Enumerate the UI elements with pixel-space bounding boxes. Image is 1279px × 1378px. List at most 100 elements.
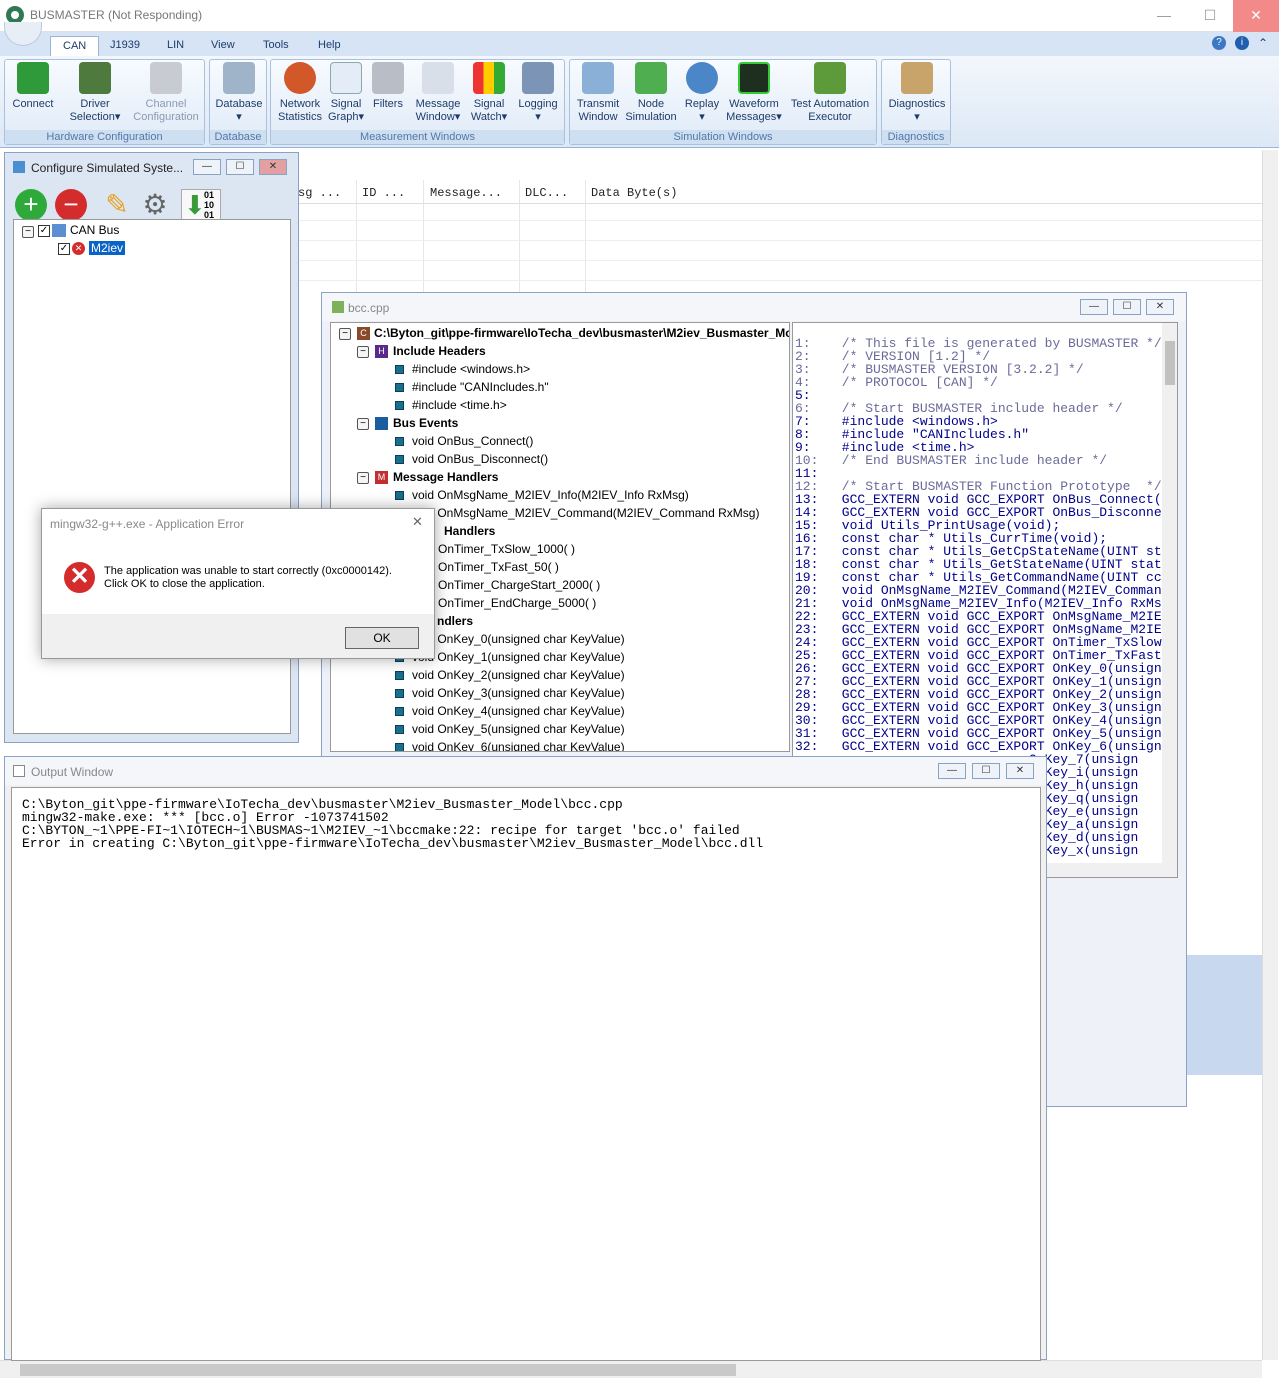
minimize-button[interactable]: — [193, 159, 221, 175]
close-button[interactable]: ✕ [1006, 763, 1034, 779]
diagnostics-button[interactable]: Diagnostics ▾ [884, 62, 950, 124]
add-icon[interactable]: + [15, 189, 47, 221]
maximize-button[interactable]: ☐ [1187, 0, 1233, 32]
tree-key-item[interactable]: void OnKey_1(unsigned char KeyValue) [412, 650, 625, 664]
tree-include-headers[interactable]: Include Headers [393, 344, 486, 358]
window-title: bcc.cpp [348, 301, 390, 315]
collapse-toggle[interactable]: − [357, 418, 369, 430]
checkbox-m2iev[interactable]: ✓ [58, 243, 70, 255]
transmit-window-button[interactable]: Transmit Window [572, 62, 624, 124]
tree-item-m2iev[interactable]: M2iev [89, 241, 126, 255]
maximize-button[interactable]: ☐ [226, 159, 254, 175]
tree-key-item[interactable]: void OnKey_2(unsigned char KeyValue) [412, 668, 625, 682]
window-title-bar[interactable]: Configure Simulated Syste... — ☐ ✕ [5, 153, 298, 181]
col-dlc[interactable]: DLC... [525, 186, 568, 200]
help-icon[interactable]: ? [1212, 36, 1226, 50]
maximize-button[interactable]: ☐ [972, 763, 1000, 779]
output-text-area[interactable]: C:\Byton_git\ppe-firmware\IoTecha_dev\bu… [11, 787, 1041, 1361]
tree-key-item[interactable]: void OnKey_6(unsigned char KeyValue) [412, 740, 625, 751]
main-horizontal-scrollbar[interactable] [0, 1360, 1262, 1378]
ribbon-tab-bar: CAN J1939 LIN View Tools Help ? i ⌃ [0, 32, 1279, 56]
message-window-button[interactable]: Message Window▾ [411, 62, 465, 124]
filter-icon [372, 62, 404, 94]
connect-button[interactable]: Connect [9, 62, 57, 111]
ok-button[interactable]: OK [345, 627, 419, 649]
tree-key-item[interactable]: void OnKey_0(unsigned char KeyValue) [412, 632, 625, 646]
error-message-line-1: The application was unable to start corr… [104, 565, 392, 577]
window-title-bar[interactable]: bcc.cpp — ☐ ✕ [322, 293, 1186, 321]
col-data-bytes[interactable]: Data Byte(s) [591, 186, 677, 200]
signal-graph-button[interactable]: Signal Graph▾ [327, 62, 365, 124]
minimize-button[interactable]: — [1141, 0, 1187, 32]
tree-message-item[interactable]: void OnMsgName_M2IEV_Info(M2IEV_Info RxM… [412, 488, 689, 502]
database-button[interactable]: Database ▾ [212, 62, 266, 124]
tree-root-path[interactable]: C:\Byton_git\ppe-firmware\IoTecha_dev\bu… [374, 326, 789, 340]
replay-button[interactable]: Replay ▾ [680, 62, 724, 124]
code-line: 10: /* End BUSMASTER include header */ [795, 453, 1108, 468]
tree-bus-events[interactable]: Bus Events [393, 416, 458, 430]
tree-include-item[interactable]: #include <time.h> [412, 398, 507, 412]
checkbox-can-bus[interactable]: ✓ [38, 225, 50, 237]
tab-can[interactable]: CAN [50, 36, 100, 56]
tree-message-handlers[interactable]: Message Handlers [393, 470, 498, 484]
window-title-bar[interactable]: Output Window — ☐ ✕ [5, 757, 1046, 785]
tree-timer-item[interactable]: OnTimer_EndCharge_5000( ) [438, 596, 596, 610]
tree-timer-item[interactable]: OnTimer_TxSlow_1000( ) [438, 542, 575, 556]
close-button[interactable]: ✕ [259, 159, 287, 175]
col-message[interactable]: Message... [430, 186, 502, 200]
window-icon [13, 765, 25, 777]
signal-watch-button[interactable]: Signal Watch▾ [467, 62, 511, 124]
minimize-button[interactable]: — [938, 763, 966, 779]
node-simulation-button[interactable]: Node Simulation [624, 62, 678, 124]
settings-gear-icon[interactable]: ⚙ [139, 189, 171, 221]
tree-key-handlers[interactable]: ndlers [437, 614, 473, 628]
tree-timer-handlers[interactable]: Handlers [444, 524, 495, 538]
maximize-button[interactable]: ☐ [1113, 299, 1141, 315]
tab-view[interactable]: View [199, 36, 247, 56]
tree-item-can-bus[interactable]: CAN Bus [70, 223, 119, 237]
tree-key-item[interactable]: void OnKey_5(unsigned char KeyValue) [412, 722, 625, 736]
tree-key-item[interactable]: void OnKey_3(unsigned char KeyValue) [412, 686, 625, 700]
tree-include-item[interactable]: #include <windows.h> [412, 362, 530, 376]
scrollbar-thumb[interactable] [1165, 341, 1175, 385]
test-automation-executor-button[interactable]: Test Automation Executor [786, 62, 874, 124]
main-vertical-scrollbar[interactable] [1262, 150, 1278, 1360]
minimize-button[interactable]: — [1080, 299, 1108, 315]
tree-event-item[interactable]: void OnBus_Disconnect() [412, 452, 548, 466]
waveform-messages-button[interactable]: Waveform Messages▾ [724, 62, 784, 124]
scrollbar-thumb[interactable] [20, 1364, 736, 1376]
group-label: Simulation Windows [570, 130, 876, 144]
tab-help[interactable]: Help [306, 36, 353, 56]
col-msg-type[interactable]: sg ... [298, 186, 341, 200]
network-statistics-button[interactable]: Network Statistics [273, 62, 327, 124]
close-button[interactable]: ✕ [1146, 299, 1174, 315]
channel-configuration-button[interactable]: Channel Configuration [127, 62, 205, 124]
tree-key-item[interactable]: void OnKey_4(unsigned char KeyValue) [412, 704, 625, 718]
collapse-toggle[interactable]: − [339, 328, 351, 340]
col-id[interactable]: ID ... [362, 186, 405, 200]
tab-j1939[interactable]: J1939 [98, 36, 152, 56]
tree-include-item[interactable]: #include "CANIncludes.h" [412, 380, 549, 394]
info-icon[interactable]: i [1235, 36, 1249, 50]
edit-pencil-icon[interactable]: ✎ [101, 189, 133, 221]
collapse-toggle[interactable]: − [357, 472, 369, 484]
logging-button[interactable]: Logging ▾ [513, 62, 563, 124]
ribbon-expand-icon[interactable]: ⌃ [1258, 36, 1268, 50]
group-measurement-windows: Network Statistics Signal Graph▾ Filters M… [270, 59, 565, 145]
tree-timer-item[interactable]: OnTimer_ChargeStart_2000( ) [438, 578, 600, 592]
close-button[interactable]: ✕ [1233, 0, 1279, 32]
collapse-toggle[interactable]: − [22, 226, 34, 238]
tree-timer-item[interactable]: OnTimer_TxFast_50( ) [438, 560, 559, 574]
build-download-icon[interactable]: ⬇ 01 10 01 [181, 189, 221, 221]
remove-icon[interactable]: − [55, 189, 87, 221]
code-vertical-scrollbar[interactable] [1162, 323, 1177, 863]
tab-lin[interactable]: LIN [155, 36, 196, 56]
waveform-icon [738, 62, 770, 94]
tab-tools[interactable]: Tools [251, 36, 301, 56]
tree-message-item[interactable]: void OnMsgName_M2IEV_Command(M2IEV_Comma… [412, 506, 759, 520]
driver-selection-button[interactable]: Driver Selection▾ [63, 62, 127, 124]
dialog-close-icon[interactable]: ✕ [412, 514, 423, 530]
tree-event-item[interactable]: void OnBus_Connect() [412, 434, 533, 448]
collapse-toggle[interactable]: − [357, 346, 369, 358]
filters-button[interactable]: Filters [369, 62, 407, 111]
